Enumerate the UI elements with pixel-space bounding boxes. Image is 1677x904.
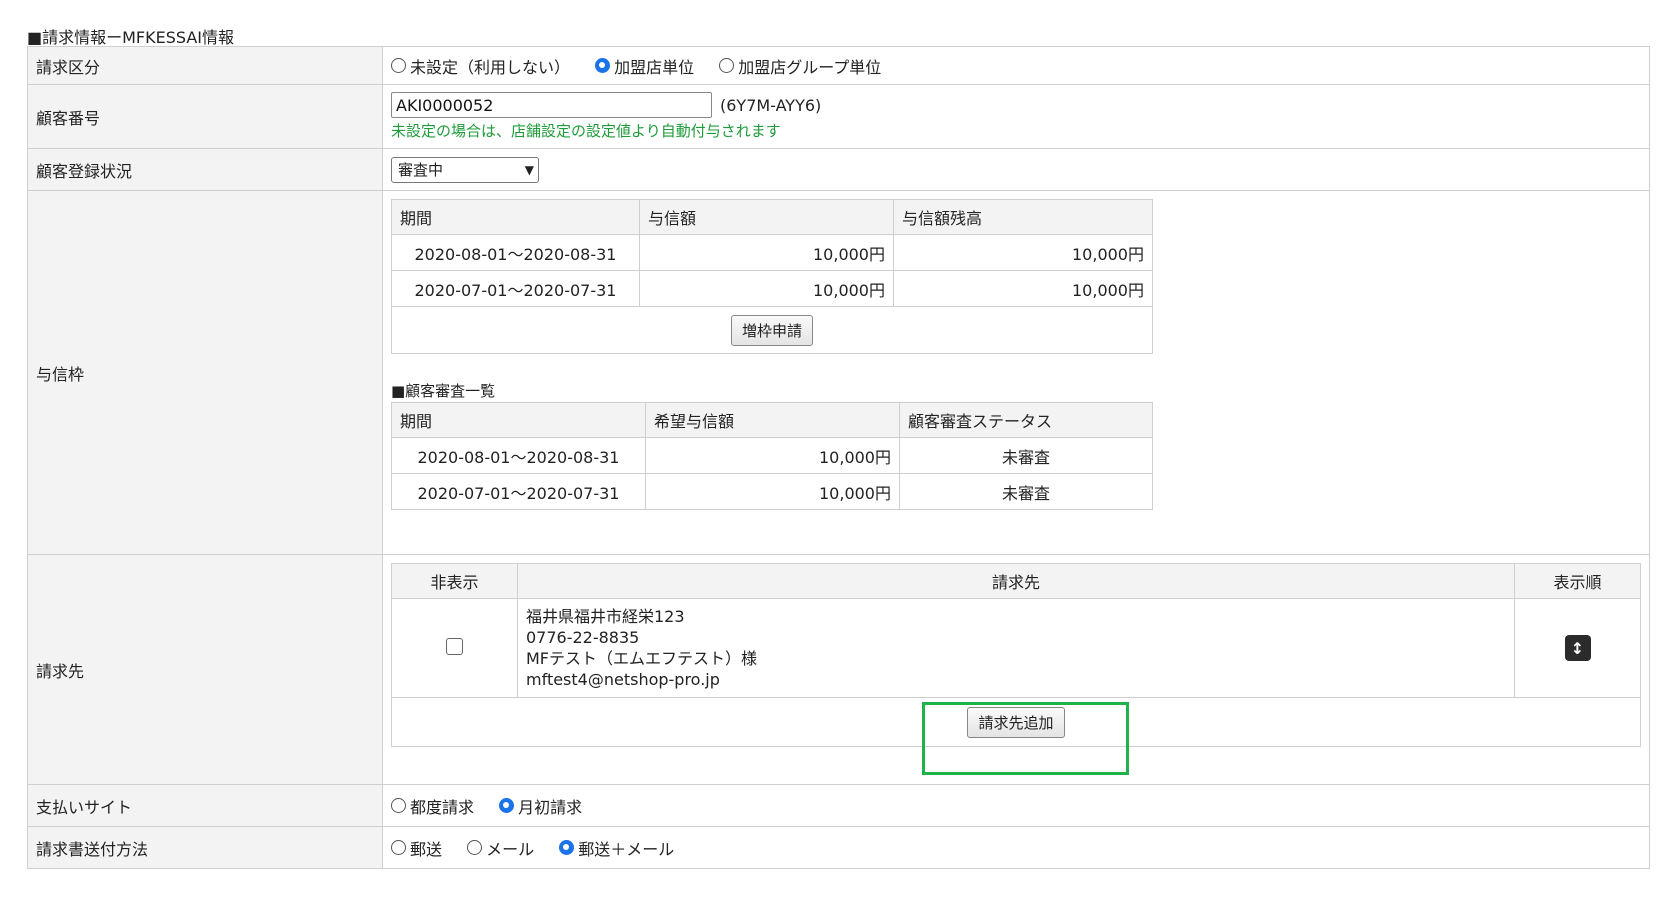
credit-limit-header-row: 期間 与信額 与信額残高 (391, 199, 1153, 235)
credit-amount: 10,000円 (639, 234, 894, 271)
section-title: ■請求情報ーMFKESSAI情報 (27, 28, 235, 47)
address-name: MFテスト（エムエフテスト）様 (526, 649, 758, 668)
row-billing-type: 請求区分 未設定（利用しない） 加盟店単位 加盟店グループ単位 (27, 46, 1650, 85)
chevron-down-icon: ▼ (524, 162, 534, 177)
credit-amount: 10,000円 (639, 270, 894, 307)
radio-delivery-both[interactable]: 郵送＋メール (559, 836, 674, 860)
credit-balance: 10,000円 (893, 234, 1153, 271)
sort-order-cell: ↕ (1514, 598, 1641, 698)
row-delivery-method: 請求書送付方法 郵送 メール 郵送＋メール (27, 826, 1650, 869)
table-row: 2020-08-01〜2020-08-31 10,000円 10,000円 (391, 234, 1153, 271)
radio-checked-icon (499, 798, 515, 813)
destination-header-hide: 非表示 (391, 563, 518, 599)
review-header-period: 期間 (391, 402, 646, 438)
credit-limit-table: 期間 与信額 与信額残高 2020-08-01〜2020-08-31 10,00… (391, 199, 1153, 354)
destination-header-order: 表示順 (1514, 563, 1641, 599)
radio-circle-icon (467, 840, 483, 855)
hide-checkbox[interactable] (446, 637, 463, 655)
destination-action-cell: 請求先追加 (391, 697, 1641, 747)
radio-circle-icon (391, 58, 406, 73)
registration-status-cell: 審査中 ▼ (382, 148, 1650, 191)
row-registration-status: 顧客登録状況 審査中 ▼ (27, 148, 1650, 191)
increase-limit-button[interactable]: 増枠申請 (730, 314, 813, 346)
credit-limit-cell: 期間 与信額 与信額残高 2020-08-01〜2020-08-31 10,00… (382, 190, 1650, 555)
hide-checkbox-cell (391, 598, 518, 698)
address-line: 福井県福井市経栄123 (526, 607, 685, 626)
credit-limit-action-row: 増枠申請 (391, 306, 1153, 354)
payment-site-label: 支払いサイト (27, 784, 383, 827)
radio-payment-each[interactable]: 都度請求 (391, 794, 474, 818)
credit-header-period: 期間 (391, 199, 640, 235)
radio-delivery-post[interactable]: 郵送 (391, 836, 442, 860)
review-requested: 10,000円 (645, 473, 900, 510)
row-billing-destination: 請求先 非表示 請求先 表示順 福井県福井市経栄123 0776-22-8835 (27, 554, 1650, 785)
review-status: 未審査 (899, 473, 1153, 510)
delivery-method-label: 請求書送付方法 (27, 826, 383, 869)
radio-circle-icon (719, 58, 735, 73)
credit-period: 2020-08-01〜2020-08-31 (391, 234, 640, 271)
billing-type-options: 未設定（利用しない） 加盟店単位 加盟店グループ単位 (382, 46, 1650, 85)
table-row: 福井県福井市経栄123 0776-22-8835 MFテスト（エムエフテスト）様… (391, 598, 1641, 698)
billing-info-table: 請求区分 未設定（利用しない） 加盟店単位 加盟店グループ単位 顧客番号 (6Y… (27, 46, 1650, 869)
destination-address-cell: 福井県福井市経栄123 0776-22-8835 MFテスト（エムエフテスト）様… (517, 598, 1515, 698)
registration-status-select[interactable]: 審査中 ▼ (391, 156, 539, 183)
customer-number-input[interactable] (391, 92, 712, 118)
credit-period: 2020-07-01〜2020-07-31 (391, 270, 640, 307)
review-header-row: 期間 希望与信額 顧客審査ステータス (391, 402, 1153, 438)
review-header-status: 顧客審査ステータス (899, 402, 1153, 438)
customer-number-label: 顧客番号 (27, 84, 383, 149)
address-phone: 0776-22-8835 (526, 628, 640, 647)
customer-code: (6Y7M-AYY6) (720, 95, 822, 115)
credit-balance: 10,000円 (893, 270, 1153, 307)
destination-header-address: 請求先 (517, 563, 1515, 599)
credit-limit-action-cell: 増枠申請 (391, 306, 1153, 354)
radio-billing-unset[interactable]: 未設定（利用しない） (391, 54, 570, 78)
review-requested: 10,000円 (645, 437, 900, 474)
address-email: mftest4@netshop-pro.jp (526, 670, 720, 689)
billing-destination-table: 非表示 請求先 表示順 福井県福井市経栄123 0776-22-8835 MFテ… (391, 563, 1641, 747)
review-period: 2020-07-01〜2020-07-31 (391, 473, 646, 510)
radio-billing-merchant-group[interactable]: 加盟店グループ単位 (719, 54, 881, 78)
radio-payment-monthly[interactable]: 月初請求 (499, 794, 582, 818)
registration-status-value: 審査中 (398, 161, 444, 179)
review-status: 未審査 (899, 437, 1153, 474)
customer-number-cell: (6Y7M-AYY6) 未設定の場合は、店舗設定の設定値より自動付与されます (382, 84, 1650, 149)
radio-circle-icon (391, 798, 406, 813)
registration-status-label: 顧客登録状況 (27, 148, 383, 191)
review-header-requested: 希望与信額 (645, 402, 900, 438)
row-payment-site: 支払いサイト 都度請求 月初請求 (27, 784, 1650, 827)
row-customer-number: 顧客番号 (6Y7M-AYY6) 未設定の場合は、店舗設定の設定値より自動付与さ… (27, 84, 1650, 149)
radio-checked-icon (595, 58, 611, 73)
review-table: 期間 希望与信額 顧客審査ステータス 2020-08-01〜2020-08-31… (391, 402, 1153, 510)
credit-header-amount: 与信額 (639, 199, 894, 235)
billing-destination-cell: 非表示 請求先 表示順 福井県福井市経栄123 0776-22-8835 MFテ… (382, 554, 1650, 785)
radio-checked-icon (559, 840, 575, 855)
row-credit-limit: 与信枠 期間 与信額 与信額残高 2020-08-01〜2020-08-31 1… (27, 190, 1650, 555)
destination-header-row: 非表示 請求先 表示順 (391, 563, 1641, 599)
payment-site-options: 都度請求 月初請求 (382, 784, 1650, 827)
table-row: 2020-07-01〜2020-07-31 10,000円 未審査 (391, 473, 1153, 510)
customer-number-hint: 未設定の場合は、店舗設定の設定値より自動付与されます (391, 122, 781, 140)
radio-delivery-mail[interactable]: メール (467, 836, 534, 860)
table-row: 2020-08-01〜2020-08-31 10,000円 未審査 (391, 437, 1153, 474)
radio-circle-icon (391, 840, 406, 855)
credit-limit-label: 与信枠 (27, 190, 383, 555)
delivery-method-options: 郵送 メール 郵送＋メール (382, 826, 1650, 869)
credit-header-balance: 与信額残高 (893, 199, 1153, 235)
radio-billing-merchant[interactable]: 加盟店単位 (595, 54, 694, 78)
table-row: 2020-07-01〜2020-07-31 10,000円 10,000円 (391, 270, 1153, 307)
review-period: 2020-08-01〜2020-08-31 (391, 437, 646, 474)
review-list-title: ■顧客審査一覧 (391, 382, 496, 400)
billing-type-label: 請求区分 (27, 46, 383, 85)
destination-action-row: 請求先追加 (391, 697, 1641, 747)
billing-destination-label: 請求先 (27, 554, 383, 785)
add-destination-button[interactable]: 請求先追加 (967, 706, 1065, 738)
arrow-up-down-icon[interactable]: ↕ (1564, 635, 1591, 661)
